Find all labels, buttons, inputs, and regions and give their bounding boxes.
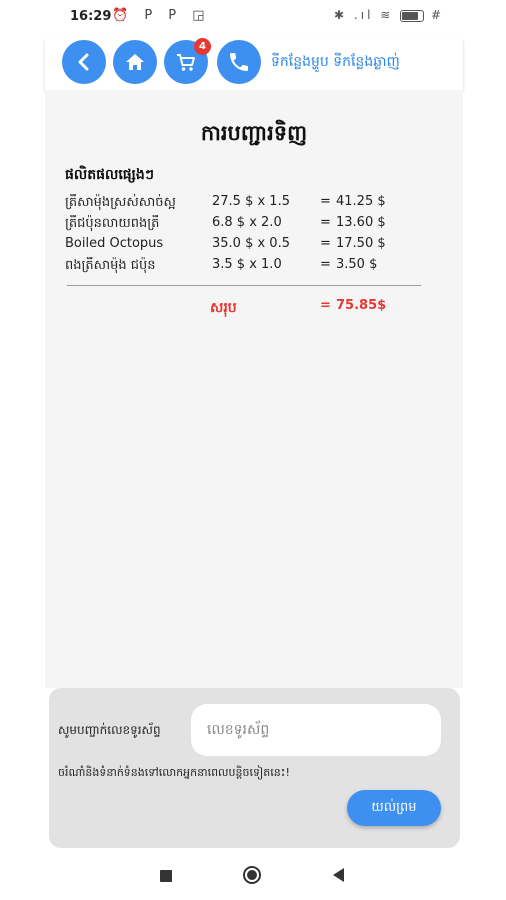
cart-button[interactable]: 4 [164, 38, 211, 84]
divider [67, 285, 421, 286]
phone-label: សូមបញ្ចាក់លេខទូរស័ព្ទ [58, 723, 161, 737]
battery-icon [400, 9, 425, 22]
item-calc: 27.5 $ x 1.5 [212, 194, 290, 209]
item-name: Boiled Octopus [65, 236, 164, 251]
item-equals: = [320, 194, 331, 209]
home-nav-icon[interactable] [243, 866, 261, 884]
confirm-button[interactable]: យល់ព្រម [347, 790, 441, 826]
page-title: ការបញ្ជារទិញ [200, 121, 308, 145]
back-icon [78, 53, 89, 71]
status-time: 16:29 [70, 9, 112, 24]
sum-equals: = [320, 298, 331, 313]
cart-icon [177, 54, 195, 71]
item-name: ពងត្រីសាម៉ុង ជប៉ុន [65, 258, 156, 273]
status-bar: 16:29 ⏰ P P ◲ ✱ .ıl ≋ # [0, 0, 506, 36]
back-nav-icon[interactable] [333, 868, 344, 882]
phone-input[interactable] [191, 704, 441, 756]
item-total: 13.60 $ [336, 215, 386, 230]
cart-count-badge: 4 [194, 38, 211, 55]
item-total: 17.50 $ [336, 236, 386, 251]
brand-name: ទីកន្លែងម្ហូប ទីកន្លែងឆ្ងាញ់ [271, 54, 400, 70]
item-equals: = [320, 257, 331, 272]
home-icon [126, 54, 144, 70]
item-calc: 35.0 $ x 0.5 [212, 236, 290, 251]
signal-wifi-icons: ✱ .ıl ≋ [334, 8, 394, 22]
item-total: 3.50 $ [336, 257, 378, 272]
app-bar: 4 ទីកន្លែងម្ហូប ទីកន្លែងឆ្ងាញ់ [45, 38, 463, 90]
order-summary: ការបញ្ជារទិញ ផលិតផលផ្សេងៗ ត្រីសាម៉ុងស្រស… [45, 90, 463, 688]
system-nav-bar [0, 852, 506, 900]
recents-icon[interactable] [160, 870, 172, 882]
item-equals: = [320, 236, 331, 251]
call-button[interactable] [217, 40, 261, 84]
sum-label: សរុប [210, 300, 237, 316]
item-name: ត្រីសាម៉ុងស្រស់សាច់ស្អ [65, 195, 176, 210]
notification-icons: ⏰ P P ◲ [112, 8, 211, 23]
contact-note: ចរំណាំនិងទំនាក់ទំនងទៅលោកអ្នកនាពេលបន្តិចទ… [58, 766, 290, 779]
back-button[interactable] [62, 40, 106, 84]
home-button[interactable] [113, 40, 157, 84]
item-equals: = [320, 215, 331, 230]
section-label: ផលិតផលផ្សេងៗ [65, 167, 154, 183]
system-icons: ✱ .ıl ≋ # [334, 8, 444, 22]
order-panel: សូមបញ្ចាក់លេខទូរស័ព្ទ ចរំណាំនិងទំនាក់ទំន… [49, 688, 460, 848]
sum-value: 75.85$ [336, 298, 387, 313]
item-total: 41.25 $ [336, 194, 386, 209]
item-name: ត្រីជប៉ុនលាយពងត្រី [65, 216, 160, 231]
item-calc: 3.5 $ x 1.0 [212, 257, 282, 272]
status-extra: # [430, 8, 444, 22]
item-calc: 6.8 $ x 2.0 [212, 215, 282, 230]
phone-icon [230, 53, 248, 71]
